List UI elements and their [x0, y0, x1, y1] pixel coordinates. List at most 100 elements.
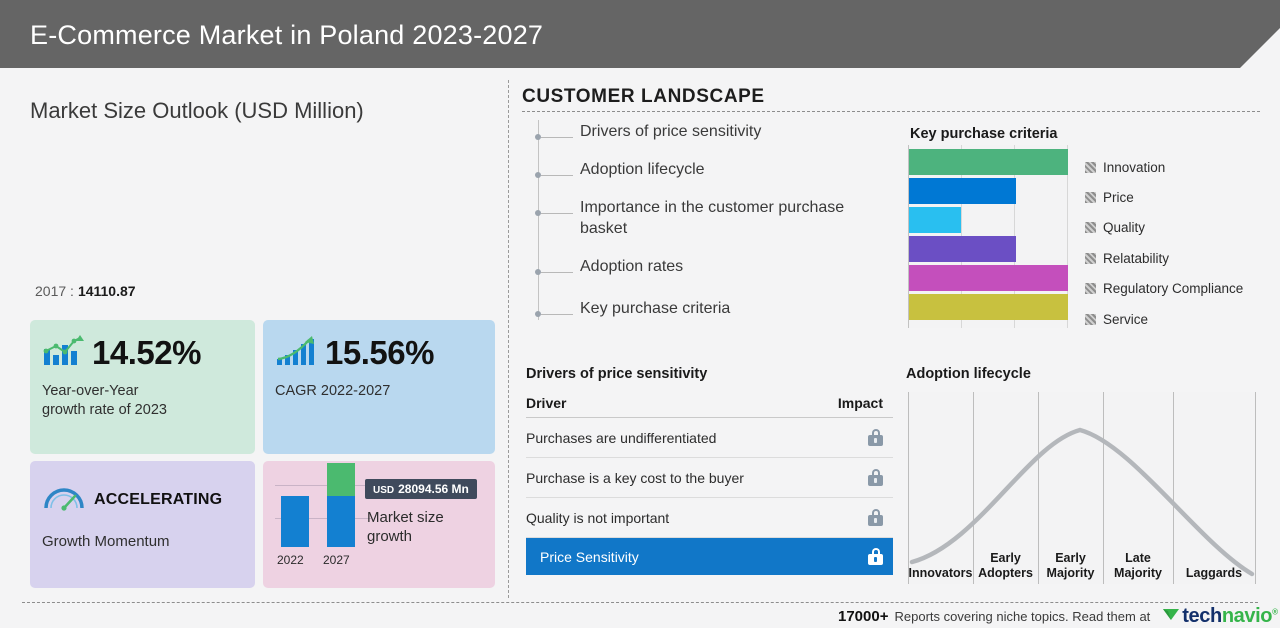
growth-momentum-card[interactable]: ACCELERATING Growth Momentum [30, 461, 255, 588]
cagr-card[interactable]: 15.56% CAGR 2022-2027 [263, 320, 495, 454]
legend-swatch-icon [1085, 222, 1096, 234]
footer-divider [22, 602, 1258, 603]
market-size-growth-card[interactable]: 2022 2027 USD 28094.56 Mn Market size gro… [263, 461, 495, 588]
bar-label-2022: 2022 [277, 553, 304, 567]
table-row[interactable]: Quality is not important [526, 498, 893, 538]
driver-label: Price Sensitivity [540, 548, 639, 565]
bar-2022 [281, 496, 309, 547]
legend-label: Regulatory Compliance [1103, 281, 1244, 297]
lock-icon [868, 548, 883, 565]
legend-item[interactable]: Relatability [1085, 243, 1243, 273]
legend-item[interactable]: Service [1085, 304, 1243, 334]
ascending-bar-arrow-icon [275, 335, 317, 372]
adoption-lifecycle-chart: Innovators Early Adopters Early Majority… [908, 392, 1256, 584]
bullet-stem [541, 272, 573, 273]
table-row-highlighted[interactable]: Price Sensitivity [526, 538, 893, 575]
legend-swatch-icon [1085, 313, 1096, 325]
legend-item[interactable]: Quality [1085, 213, 1243, 243]
yoy-stat-row: 14.52% [30, 320, 255, 372]
driver-label: Purchases are undifferentiated [526, 429, 717, 446]
drivers-table-header: Driver Impact [526, 395, 893, 418]
customer-landscape-title: CUSTOMER LANDSCAPE [522, 86, 765, 107]
table-row[interactable]: Purchases are undifferentiated [526, 418, 893, 458]
page-header: E-Commerce Market in Poland 2023-2027 [0, 0, 1280, 68]
yoy-growth-caption: Year-over-Year growth rate of 2023 [42, 383, 167, 418]
baseline-year-label: 2017 : [35, 283, 74, 299]
legend-label: Relatability [1103, 250, 1170, 266]
customer-landscape-label: Adoption lifecycle [580, 161, 705, 178]
reports-count: 17000+ [838, 608, 889, 625]
market-size-growth-chart: 2022 2027 [275, 463, 371, 569]
legend-swatch-icon [1085, 252, 1096, 264]
drivers-table: Driver Impact Purchases are undifferenti… [526, 395, 893, 575]
legend-label: Service [1103, 311, 1149, 327]
customer-landscape-underline [522, 111, 1260, 112]
footer-bar: 17000+ Reports covering niche topics. Re… [838, 605, 1278, 628]
momentum-caption: Growth Momentum [42, 533, 170, 550]
key-purchase-criteria-title: Key purchase criteria [910, 126, 1058, 142]
driver-label: Quality is not important [526, 509, 670, 526]
table-row[interactable]: Purchase is a key cost to the buyer [526, 458, 893, 498]
kpc-bar-quality [909, 207, 962, 233]
bar-line-chart-icon [42, 334, 84, 372]
legend-swatch-icon [1085, 192, 1096, 204]
adoption-stage-early-majority: Early Majority [1046, 551, 1095, 580]
kpc-bar-service [909, 294, 1068, 320]
adoption-stage-early-adopters: Early Adopters [978, 551, 1033, 580]
page-title: E-Commerce Market in Poland 2023-2027 [30, 20, 544, 50]
bullet-stem [541, 137, 573, 138]
bullet-stem [541, 314, 573, 315]
kpc-bar-regulatory-compliance [909, 265, 1068, 291]
customer-landscape-label: Adoption rates [580, 258, 684, 275]
lock-icon [868, 429, 883, 446]
momentum-stat-row: ACCELERATING [30, 461, 255, 516]
cagr-stat-row: 15.56% [263, 320, 495, 372]
legend-label: Quality [1103, 220, 1146, 236]
legend-swatch-icon [1085, 161, 1096, 173]
column-header-impact: Impact [837, 395, 883, 411]
cagr-value: 15.56% [325, 334, 434, 371]
key-purchase-criteria-legend: Innovation Price Quality Relatability Re… [1085, 152, 1243, 334]
lock-icon [868, 469, 883, 486]
baseline-value-row: 2017 :14110.87 [35, 283, 136, 299]
customer-landscape-label: Importance in the customer purchase bask… [580, 199, 845, 237]
legend-item[interactable]: Regulatory Compliance [1085, 274, 1243, 304]
legend-label: Price [1103, 190, 1134, 206]
bar-label-2027: 2027 [323, 553, 350, 567]
column-header-driver: Driver [526, 395, 567, 411]
kpc-bar-innovation [909, 149, 1068, 175]
bar-2027 [327, 463, 355, 547]
header-fold-corner [1240, 28, 1280, 68]
market-size-outlook-title: Market Size Outlook (USD Million) [30, 98, 364, 123]
momentum-status-label: ACCELERATING [94, 490, 223, 508]
kpc-bar-relatability [909, 236, 1016, 262]
market-size-value: 28094.56 Mn [398, 482, 469, 496]
legend-swatch-icon [1085, 283, 1096, 295]
lock-icon [868, 509, 883, 526]
speedometer-icon [42, 483, 86, 516]
technavio-logo[interactable]: technavio® [1162, 605, 1278, 628]
market-size-growth-caption: Market size growth [367, 509, 444, 545]
yoy-growth-card[interactable]: 14.52% Year-over-Year growth rate of 202… [30, 320, 255, 454]
adoption-stage-laggards: Laggards [1185, 565, 1243, 580]
customer-landscape-label: Key purchase criteria [580, 300, 731, 317]
customer-landscape-label: Drivers of price sensitivity [580, 123, 762, 140]
footer-tagline: Reports covering niche topics. Read them… [894, 609, 1151, 624]
adoption-lifecycle-title: Adoption lifecycle [906, 366, 1031, 382]
customer-landscape-spine [538, 120, 539, 320]
legend-item[interactable]: Innovation [1085, 152, 1243, 182]
legend-label: Innovation [1103, 159, 1166, 175]
drivers-table-title: Drivers of price sensitivity [526, 366, 708, 382]
adoption-stage-innovators: Innovators [908, 565, 973, 580]
bullet-stem [541, 213, 573, 214]
yoy-growth-value: 14.52% [92, 334, 201, 371]
driver-label: Purchase is a key cost to the buyer [526, 469, 744, 486]
legend-item[interactable]: Price [1085, 182, 1243, 212]
kpc-bar-price [909, 178, 1016, 204]
key-purchase-criteria-chart [908, 145, 1068, 328]
usd-unit-label: USD [373, 485, 395, 496]
baseline-value: 14110.87 [77, 283, 136, 299]
logo-wordmark: technavio® [1182, 605, 1278, 628]
bullet-stem [541, 175, 573, 176]
cagr-caption: CAGR 2022-2027 [275, 383, 391, 399]
